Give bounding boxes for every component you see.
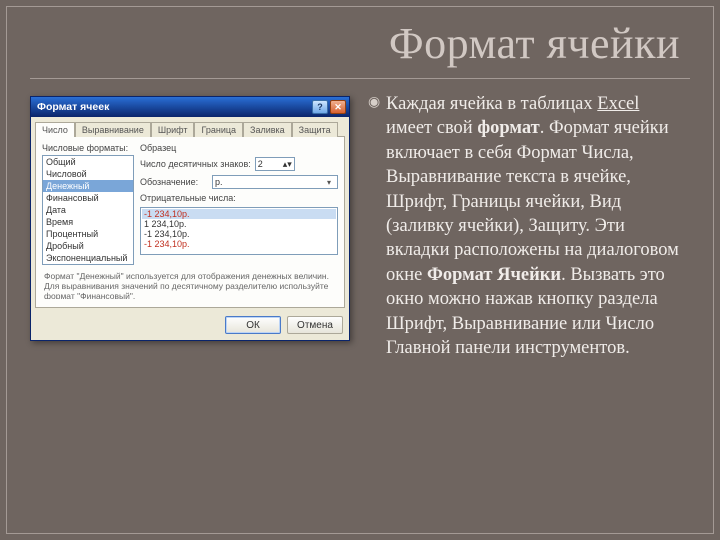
- format-cells-dialog: Формат ячеек ? ✕ Число Выравнивание Шриф…: [30, 96, 350, 341]
- sample-label: Образец: [140, 143, 208, 153]
- list-item[interactable]: -1 234,10р.: [142, 239, 336, 249]
- format-description: Формат "Денежный" используется для отобр…: [44, 271, 336, 299]
- list-item[interactable]: Время: [43, 216, 133, 228]
- dialog-body: Числовые форматы: Общий Числовой Денежны…: [35, 136, 345, 308]
- decimals-label: Число десятичных знаков:: [140, 159, 251, 169]
- decimals-input[interactable]: 2 ▴▾: [255, 157, 295, 171]
- list-item[interactable]: -1 234,10р.: [142, 229, 336, 239]
- help-button[interactable]: ?: [312, 100, 328, 114]
- tab-number[interactable]: Число: [35, 122, 75, 137]
- cancel-button[interactable]: Отмена: [287, 316, 343, 334]
- dialog-title: Формат ячеек: [37, 101, 109, 113]
- dialog-column: Формат ячеек ? ✕ Число Выравнивание Шриф…: [30, 92, 350, 520]
- formats-label: Числовые форматы:: [42, 143, 134, 153]
- help-icon: ?: [317, 103, 323, 112]
- slide-title: Формат ячейки: [389, 18, 680, 69]
- tab-border[interactable]: Граница: [194, 122, 243, 137]
- tab-font[interactable]: Шрифт: [151, 122, 195, 137]
- body-paragraph: Каждая ячейка в таблицах Excel имеет сво…: [386, 92, 690, 360]
- list-item[interactable]: Экспоненциальный: [43, 252, 133, 264]
- close-icon: ✕: [334, 103, 342, 112]
- dialog-tabs: Число Выравнивание Шрифт Граница Заливка…: [31, 117, 349, 136]
- chevron-down-icon: ▾: [323, 178, 335, 187]
- list-item[interactable]: Процентный: [43, 228, 133, 240]
- list-item[interactable]: Текстовый: [43, 264, 133, 265]
- currency-label: Обозначение:: [140, 177, 208, 187]
- list-item[interactable]: -1 234,10р.: [142, 209, 336, 219]
- close-button[interactable]: ✕: [330, 100, 346, 114]
- tab-fill[interactable]: Заливка: [243, 122, 292, 137]
- currency-combo[interactable]: р. ▾: [212, 175, 338, 189]
- negatives-label: Отрицательные числа:: [140, 193, 338, 203]
- list-item[interactable]: Дата: [43, 204, 133, 216]
- content-row: Формат ячеек ? ✕ Число Выравнивание Шриф…: [30, 92, 690, 520]
- spinner-icon: ▴▾: [283, 159, 292, 170]
- text-column: ◉ Каждая ячейка в таблицах Excel имеет с…: [368, 92, 690, 520]
- negatives-list[interactable]: -1 234,10р. 1 234,10р. -1 234,10р. -1 23…: [140, 207, 338, 255]
- list-item[interactable]: Числовой: [43, 168, 133, 180]
- list-item[interactable]: 1 234,10р.: [142, 219, 336, 229]
- number-formats-list[interactable]: Общий Числовой Денежный Финансовый Дата …: [42, 155, 134, 265]
- dialog-actions: ОК Отмена: [31, 312, 349, 340]
- list-item[interactable]: Финансовый: [43, 192, 133, 204]
- dialog-titlebar: Формат ячеек ? ✕: [31, 97, 349, 117]
- tab-alignment[interactable]: Выравнивание: [75, 122, 151, 137]
- tab-protect[interactable]: Защита: [292, 122, 338, 137]
- title-divider: [30, 78, 690, 79]
- decimals-value: 2: [258, 159, 263, 169]
- currency-value: р.: [215, 177, 223, 187]
- list-item[interactable]: Дробный: [43, 240, 133, 252]
- ok-button[interactable]: ОК: [225, 316, 281, 334]
- list-item[interactable]: Денежный: [43, 180, 133, 192]
- list-item[interactable]: Общий: [43, 156, 133, 168]
- bullet-icon: ◉: [368, 92, 386, 360]
